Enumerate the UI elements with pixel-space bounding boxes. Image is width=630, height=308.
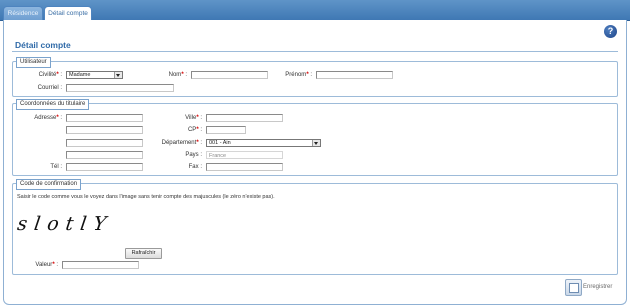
label-valeur: Valeur* : <box>35 262 58 268</box>
label-courriel: Courriel : <box>37 85 62 91</box>
nom-input[interactable] <box>191 71 268 79</box>
tel-input[interactable] <box>66 163 143 171</box>
adresse-line2-input[interactable] <box>66 126 143 134</box>
captcha-glyphs: slotlY <box>16 212 115 235</box>
label-pays: Pays : <box>185 152 202 158</box>
label-fax: Fax : <box>188 164 202 170</box>
chevron-down-icon <box>114 72 122 78</box>
label-adresse: Adresse* : <box>34 115 62 121</box>
civilite-select[interactable]: Madame <box>66 71 123 79</box>
pays-field: France <box>206 151 283 159</box>
legend-utilisateur: Utilisateur <box>16 57 51 68</box>
top-tab-bar: Résidence Détail compte <box>0 0 630 22</box>
svg-text:slotlY: slotlY <box>16 212 115 235</box>
courriel-input[interactable] <box>66 84 174 92</box>
adresse-line3-input[interactable] <box>66 139 143 147</box>
cp-input[interactable] <box>206 126 246 134</box>
captcha-instruction: Saisir le code comme vous le voyez dans … <box>17 194 275 200</box>
title-divider <box>12 51 618 52</box>
label-cp: CP* : <box>187 127 202 133</box>
prenom-input[interactable] <box>316 71 393 79</box>
page-title: Détail compte <box>15 40 71 50</box>
chevron-down-icon <box>312 140 320 146</box>
label-nom: Nom* : <box>168 72 187 78</box>
legend-confirmation: Code de confirmation <box>16 179 82 190</box>
save-icon[interactable] <box>565 279 582 296</box>
save-button-label[interactable]: Enregistrer <box>583 284 612 290</box>
adresse-line4-input[interactable] <box>66 151 143 159</box>
label-tel: Tél : <box>50 164 62 170</box>
legend-coordonnees: Coordonnées du titulaire <box>16 99 90 110</box>
help-icon[interactable]: ? <box>604 25 617 38</box>
label-departement: Département* : <box>161 140 202 146</box>
refresh-button[interactable]: Rafraîchir <box>125 248 162 259</box>
label-civilite: Civilité* : <box>38 72 62 78</box>
departement-select[interactable]: 001 - Ain <box>206 139 321 147</box>
valeur-input[interactable] <box>62 261 139 269</box>
label-ville: Ville* : <box>185 115 202 121</box>
tab-residence[interactable]: Résidence <box>3 6 43 21</box>
adresse-line1-input[interactable] <box>66 114 143 122</box>
ville-input[interactable] <box>206 114 283 122</box>
label-prenom: Prénom* : <box>285 72 312 78</box>
fax-input[interactable] <box>206 163 283 171</box>
captcha-image: slotlY <box>16 206 122 250</box>
